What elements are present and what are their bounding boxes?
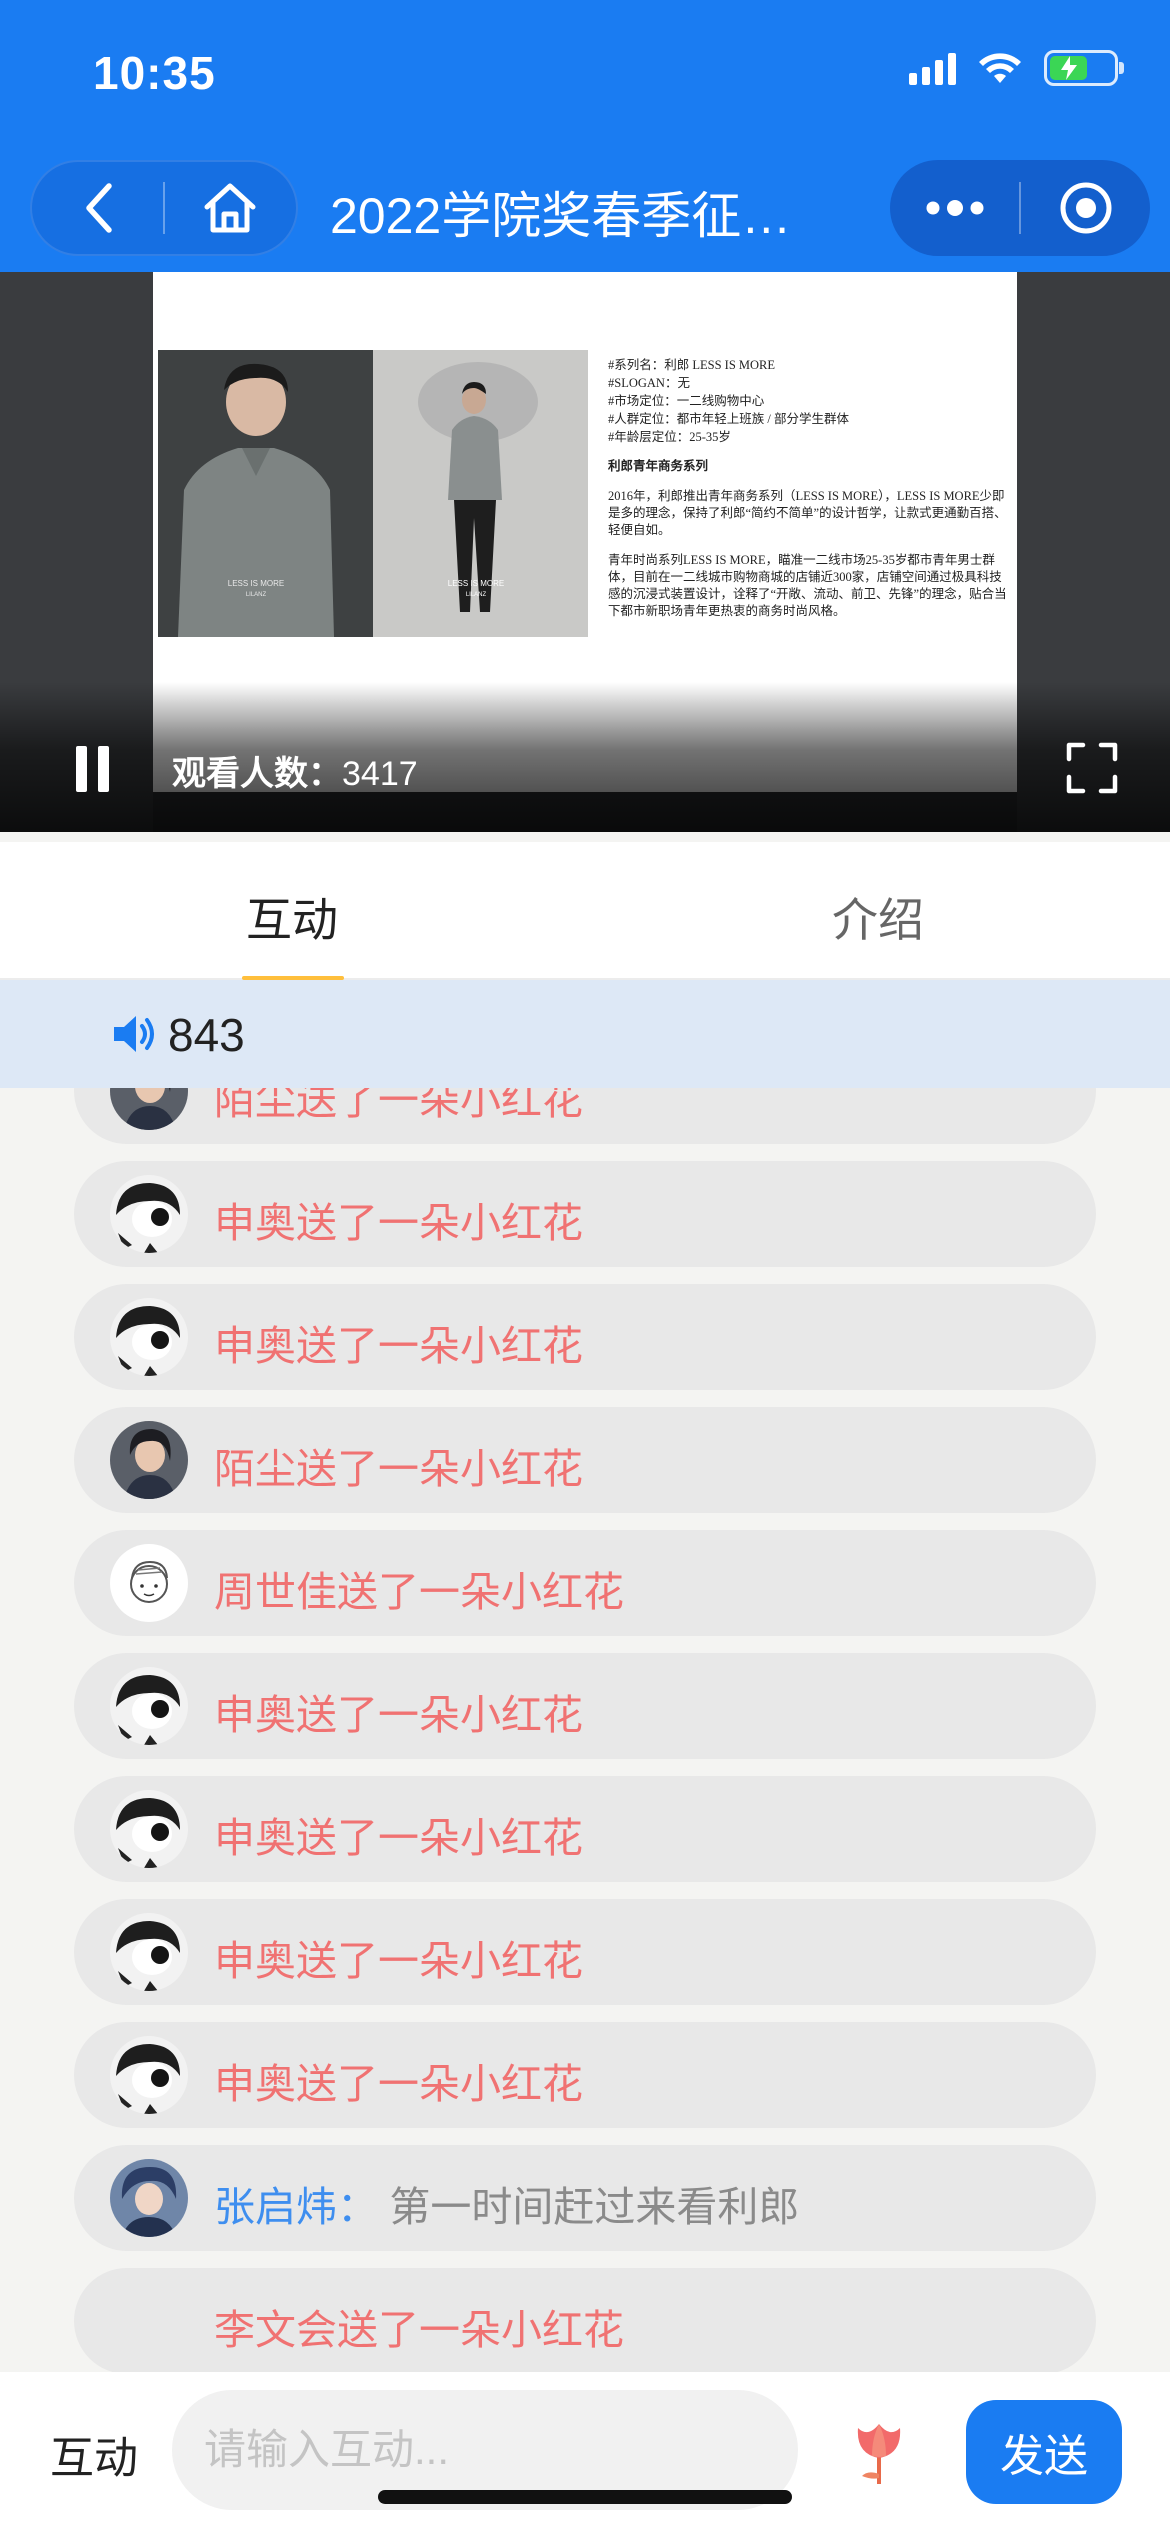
gift-message-text: 申奥送了一朵小红花 [214,2061,583,2107]
comment-user-name[interactable]: 张启炜： [214,2184,378,2230]
slide-text-block: #系列名：利郎 LESS IS MORE #SLOGAN：无 #市场定位：一二线… [608,357,1008,620]
status-icons [909,50,1124,86]
list-item: 陌尘送了一朵小红花 [74,1088,1096,1144]
slide-paragraph-2: 青年时尚系列LESS IS MORE，瞄准一二线市场25-35岁都市青年男士群体… [608,552,1007,618]
status-time: 10:35 [93,47,216,99]
tab-interaction[interactable]: 互动 [246,884,338,950]
wifi-icon [979,53,1021,83]
list-item: 李文会送了一朵小红花 [74,2268,1096,2372]
avatar [110,1667,188,1745]
avatar [110,1175,188,1253]
model-photo: LESS IS MORE LILANZ LESS IS MORE LILANZ [158,350,588,637]
page-title: 2022学院奖春季征… [330,188,792,244]
home-button[interactable] [165,160,296,256]
comment-text: 张启炜： 第一时间赶过来看利郎 [214,2173,799,2233]
nav-capsule [30,160,298,256]
pause-icon [76,746,87,792]
photo-brand-1: LILANZ [246,592,267,598]
speaker-icon [114,1016,154,1052]
avatar [110,1544,188,1622]
gift-message-text: 申奥送了一朵小红花 [214,1815,583,1861]
battery-icon [1044,50,1124,86]
gift-message-text: 申奥送了一朵小红花 [214,1323,583,1369]
avatar [110,1790,188,1868]
list-item: 申奥送了一朵小红花 [74,2022,1096,2128]
avatar [110,1913,188,1991]
avatar [110,2159,188,2237]
notice-text: 843 [168,1009,245,1061]
chevron-left-icon [85,183,112,233]
slide-heading: 利郎青年商务系列 [608,459,709,474]
list-item: 申奥送了一朵小红花 [74,1776,1096,1882]
more-button[interactable] [890,160,1019,256]
home-icon [204,183,256,233]
more-dots-icon [926,200,983,216]
target-close-icon [1060,182,1111,234]
home-indicator [378,2490,792,2504]
back-button[interactable] [32,160,163,256]
avatar [110,1421,188,1499]
photo-brand-2: LILANZ [466,592,487,598]
gift-message-text: 申奥送了一朵小红花 [214,1938,583,1984]
avatar [110,1088,188,1130]
bottom-input-bar: 互动 发送 [0,2372,1170,2532]
pause-button[interactable] [76,746,116,792]
slide-line: #SLOGAN：无 [608,375,690,390]
tulip-flower-icon[interactable] [848,2416,910,2486]
close-miniprogram-button[interactable] [1021,160,1150,256]
list-item: 申奥送了一朵小红花 [74,1899,1096,2005]
miniprogram-capsule [890,160,1150,256]
slide-line: #人群定位：都市年轻上班族 / 部分学生群体 [608,411,849,426]
tab-introduction[interactable]: 介绍 [832,884,924,950]
avatar [110,2036,188,2114]
slide-line: #系列名：利郎 LESS IS MORE [608,358,776,372]
photo-label-1: LESS IS MORE [228,579,284,588]
gift-message-text: 申奥送了一朵小红花 [214,1200,583,1246]
live-video-player[interactable]: LESS IS MORE LILANZ LESS IS MORE LILANZ … [0,272,1170,832]
comment-item: 张启炜： 第一时间赶过来看利郎 [74,2145,1096,2251]
tab-bar: 互动 介绍 [0,842,1170,980]
fullscreen-icon[interactable] [1066,742,1118,794]
gift-message-text: 周世佳送了一朵小红花 [214,1569,624,1615]
send-button[interactable]: 发送 [966,2400,1122,2504]
gift-message-text: 陌尘送了一朵小红花 [214,1088,583,1123]
gift-message-text: 李文会送了一朵小红花 [214,2307,624,2353]
gift-message-text: 陌尘送了一朵小红花 [214,1446,583,1492]
viewer-count: 观看人数：3417 [172,746,418,795]
slide-paragraph-1: 2016年，利郎推出青年商务系列（LESS IS MORE），LESS IS M… [608,489,1007,537]
slide-line: #市场定位：一二线购物中心 [608,393,765,408]
slide-line: #年龄层定位：25-35岁 [608,429,731,444]
list-item: 周世佳送了一朵小红花 [74,1530,1096,1636]
viewer-count-value: 3417 [342,755,418,793]
list-item: 陌尘送了一朵小红花 [74,1407,1096,1513]
list-item: 申奥送了一朵小红花 [74,1653,1096,1759]
message-list[interactable]: 陌尘送了一朵小红花 申奥送了一朵小红花 申奥送了一朵小红花 陌尘送了一朵小红花 … [0,1088,1170,2372]
top-bar: 10:35 2022学院奖春季征… [0,0,1170,272]
photo-label-2: LESS IS MORE [448,579,504,588]
interaction-label: 互动 [50,2434,138,2483]
comment-body: 第一时间赶过来看利郎 [389,2184,800,2230]
notice-bar: 843 [0,980,1170,1088]
viewer-count-label: 观看人数： [172,755,342,793]
cellular-signal-icon [909,51,956,85]
avatar [110,1298,188,1376]
list-item: 申奥送了一朵小红花 [74,1161,1096,1267]
list-item: 申奥送了一朵小红花 [74,1284,1096,1390]
gift-message-text: 申奥送了一朵小红花 [214,1692,583,1738]
